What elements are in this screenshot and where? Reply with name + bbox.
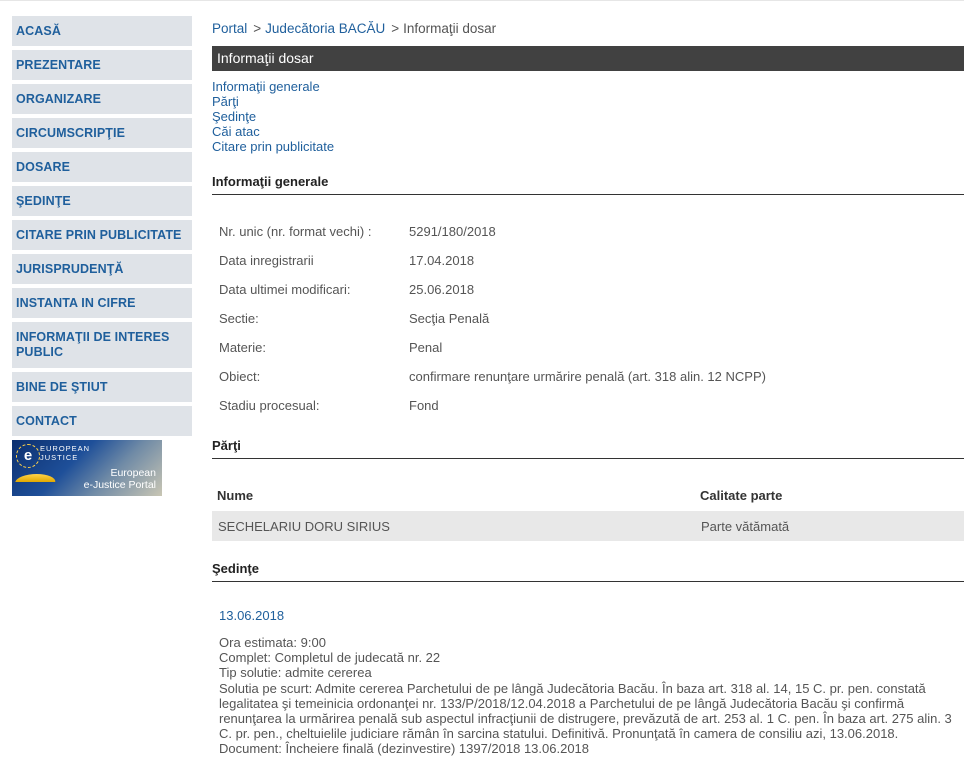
sidebar-item-dosare[interactable]: DOSARE [12, 152, 192, 182]
ejustice-logo-line2: JUSTICE [40, 453, 79, 462]
party-name: SECHELARIU DORU SIRIUS [212, 511, 695, 541]
ejustice-portal-banner[interactable]: e EUROPEAN JUSTICE European e-Justice Po… [12, 440, 162, 496]
table-row: Data ultimei modificari: 25.06.2018 [212, 275, 766, 304]
section-heading-sedinte: Şedinţe [212, 561, 964, 582]
sidebar-item-contact[interactable]: CONTACT [12, 406, 192, 436]
section-anchor-links: Informaţii generale Părţi Şedinţe Căi at… [212, 79, 964, 154]
ejustice-logo-icon: e [16, 444, 40, 468]
info-value: Secţia Penală [409, 311, 490, 326]
ejustice-scale-icon [15, 474, 57, 482]
table-row: Nr. unic (nr. format vechi) : 5291/180/20… [212, 217, 766, 246]
sidebar-item-bine-de-stiut[interactable]: BINE DE ŞTIUT [12, 372, 192, 402]
sidebar-item-organizare[interactable]: ORGANIZARE [12, 84, 192, 114]
breadcrumb-court-link[interactable]: Judecătoria BACĂU [265, 21, 385, 36]
info-value: 25.06.2018 [409, 282, 475, 297]
info-key: Data inregistrarii [219, 253, 314, 268]
anchor-cai-atac[interactable]: Căi atac [212, 124, 964, 139]
anchor-citare[interactable]: Citare prin publicitate [212, 139, 964, 154]
table-row: SECHELARIU DORU SIRIUS Parte vătămată [212, 511, 964, 541]
hearing-time: Ora estimata: 9:00 [219, 635, 326, 650]
sidebar-item-circumscriptie[interactable]: CIRCUMSCRIPŢIE [12, 118, 192, 148]
sidebar-item-citare[interactable]: CITARE PRIN PUBLICITATE [12, 220, 192, 250]
info-value: confirmare renunţare urmărire penală (ar… [409, 369, 766, 384]
sidebar-item-interes-public[interactable]: INFORMAŢII DE INTERES PUBLIC [12, 322, 192, 368]
sidebar-item-instanta-cifre[interactable]: INSTANTA IN CIFRE [12, 288, 192, 318]
table-row: Data inregistrarii 17.04.2018 [212, 246, 766, 275]
breadcrumb-portal-link[interactable]: Portal [212, 21, 247, 36]
info-key: Nr. unic (nr. format vechi) : [219, 224, 372, 239]
sidebar-nav: ACASĂ PREZENTARE ORGANIZARE CIRCUMSCRIPŢ… [12, 16, 192, 496]
info-key: Sectie: [219, 311, 259, 326]
table-row: Obiect: confirmare renunţare urmărire pen… [212, 362, 766, 391]
info-key: Stadiu procesual: [219, 398, 320, 413]
breadcrumb: Portal > Judecătoria BACĂU > Informaţii dosa… [212, 16, 964, 42]
sidebar-item-jurisprudenta[interactable]: JURISPRUDENŢĂ [12, 254, 192, 284]
ejustice-title2: e-Justice Portal [83, 479, 156, 491]
anchor-parti[interactable]: Părţi [212, 94, 964, 109]
section-heading-parti: Părţi [212, 438, 964, 459]
anchor-informatii-generale[interactable]: Informaţii generale [212, 79, 964, 94]
info-key: Obiect: [219, 369, 261, 384]
hearing-date: 13.06.2018 [219, 608, 285, 623]
column-header-calitate: Calitate parte [700, 487, 783, 503]
parti-table: Nume Calitate parte SECHELARIU DORU SIRI… [212, 479, 964, 541]
section-heading-general: Informaţii generale [212, 174, 964, 195]
table-row: Stadiu procesual: Fond [212, 391, 766, 420]
info-key: Data ultimei modificari: [219, 282, 351, 297]
party-role: Parte vătămată [695, 511, 964, 541]
info-value: Penal [409, 340, 443, 355]
table-header-row: Nume Calitate parte [212, 479, 964, 511]
breadcrumb-separator: > [391, 21, 400, 36]
general-info-table: Nr. unic (nr. format vechi) : 5291/180/20… [212, 217, 766, 420]
top-border [0, 0, 964, 1]
info-key: Materie: [219, 340, 266, 355]
info-value: 5291/180/2018 [409, 224, 496, 239]
table-row: Sectie: Secţia Penală [212, 304, 766, 333]
column-header-nume: Nume [217, 487, 254, 503]
breadcrumb-current: Informaţii dosar [403, 21, 497, 36]
main-content: Portal > Judecătoria BACĂU > Informaţii dosa… [212, 16, 964, 757]
hearing-solution-summary: Solutia pe scurt: Admite cererea Parchet… [219, 680, 952, 742]
hearing-document: Document: Încheiere finală (dezinvestire… [219, 741, 590, 757]
table-row: Materie: Penal [212, 333, 766, 362]
sidebar-item-acasa[interactable]: ACASĂ [12, 16, 192, 46]
sidebar-item-prezentare[interactable]: PREZENTARE [12, 50, 192, 80]
info-value: 17.04.2018 [409, 253, 475, 268]
page-title: Informaţii dosar [212, 46, 964, 71]
sidebar-item-sedinte[interactable]: ŞEDINŢE [12, 186, 192, 216]
info-value: Fond [409, 398, 439, 413]
hearing-solution-type: Tip solutie: admite cererea [219, 665, 372, 681]
hearing-panel: Complet: Completul de judecată nr. 22 [219, 650, 441, 666]
anchor-sedinte[interactable]: Şedinţe [212, 109, 964, 124]
breadcrumb-separator: > [253, 21, 262, 36]
hearing-details: Ora estimata: 9:00 Complet: Completul de… [212, 635, 964, 757]
ejustice-title1: European [110, 467, 156, 479]
ejustice-logo-line1: EUROPEAN [40, 444, 91, 453]
